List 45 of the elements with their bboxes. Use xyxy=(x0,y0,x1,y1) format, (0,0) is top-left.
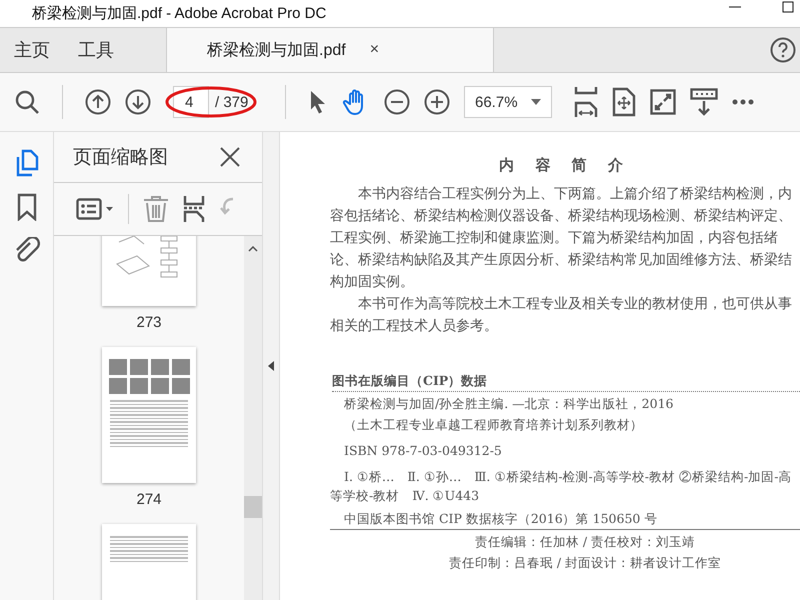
page-thumbnail[interactable] xyxy=(102,524,196,600)
caret-icon xyxy=(531,99,541,105)
close-icon[interactable] xyxy=(220,147,240,167)
credits-line: 责任印制：吕春珉 / 封面设计：耕者设计工作室 xyxy=(448,555,722,572)
cip-entry: （土木工程专业卓越工程师教育培养计划系列教材） xyxy=(344,416,644,434)
previous-page-icon[interactable] xyxy=(85,89,111,115)
nav-tab[interactable]: 主页 xyxy=(0,28,64,72)
maximize-icon[interactable] xyxy=(782,1,794,13)
trash-icon[interactable] xyxy=(143,195,169,223)
zoom-in-icon[interactable] xyxy=(424,89,450,115)
window-title: 桥梁检测与加固.pdf - Adobe Acrobat Pro DC xyxy=(32,4,326,23)
cip-number: 中国版本图书馆 CIP 数据核字（2016）第 150650 号 xyxy=(330,511,800,530)
keyboard-down-icon[interactable] xyxy=(690,88,718,116)
page-thumbnail[interactable] xyxy=(102,236,196,306)
fit-page-icon[interactable] xyxy=(612,87,636,117)
cip-entry: 桥梁检测与加固/孙全胜主编. —北京：科学出版社，2016 xyxy=(344,395,674,413)
fit-width-icon[interactable] xyxy=(574,86,598,118)
document-tab[interactable]: 桥梁检测与加固.pdf × xyxy=(166,28,494,72)
page-number-label: 274 xyxy=(136,491,162,508)
page-total: / 379 xyxy=(214,94,250,110)
page-thumbnail[interactable] xyxy=(102,347,196,483)
panel-title: 页面缩略图 xyxy=(73,146,168,170)
full-screen-icon[interactable] xyxy=(650,89,676,115)
page-number-label: 273 xyxy=(136,314,162,331)
section-heading: 内 容 简 介 xyxy=(498,156,632,175)
more-icon[interactable] xyxy=(732,99,754,105)
help-icon[interactable] xyxy=(770,37,796,63)
body-paragraph: 本书可作为高等院校土木工程专业及相关专业的教材使用，也可供从事相关的工程技术人员参考。 xyxy=(330,295,793,336)
zoom-out-icon[interactable] xyxy=(384,89,410,115)
cip-entry: ISBN 978-7-03-049312-5 xyxy=(344,442,503,460)
scroll-up-icon[interactable] xyxy=(248,246,258,252)
close-tab-button[interactable]: × xyxy=(370,41,380,59)
zoom-dropdown[interactable]: 66.7% xyxy=(464,86,552,118)
credits-line: 责任编辑：任加林 / 责任校对：刘玉靖 xyxy=(474,534,696,551)
collapse-panel-icon[interactable] xyxy=(268,361,274,371)
search-icon[interactable] xyxy=(14,89,40,115)
tab-label: 桥梁检测与加固.pdf xyxy=(207,40,346,60)
nav-tab[interactable]: 工具 xyxy=(64,28,128,72)
cip-heading: 图书在版编目（CIP）数据 xyxy=(332,373,800,392)
options-menu-icon[interactable] xyxy=(76,197,114,221)
scrollbar-thumb[interactable] xyxy=(244,496,262,518)
next-page-icon[interactable] xyxy=(125,89,151,115)
body-paragraph: 本书内容结合工程实例分为上、下两篇。上篇介绍了桥梁结构检测，内容包括绪论、桥梁结构检测仪器设备、桥梁结构现场检测、桥梁结构评定、工程实例、桥梁施工控制和健康监测。下篇为桥梁结构加固，内容包括绪论、桥梁结构缺陷及其产生原因分析、桥梁结构常见加固维修方法、桥梁结构加固实例。 xyxy=(330,185,793,292)
cip-entry: Ⅰ. ①桥… Ⅱ. ①孙… Ⅲ. ①桥梁结构-检测-高等学校-教材 ②桥梁结构-加固-高等学校-教材 Ⅳ. ①U443 xyxy=(330,468,792,505)
insert-page-icon[interactable] xyxy=(183,195,205,223)
